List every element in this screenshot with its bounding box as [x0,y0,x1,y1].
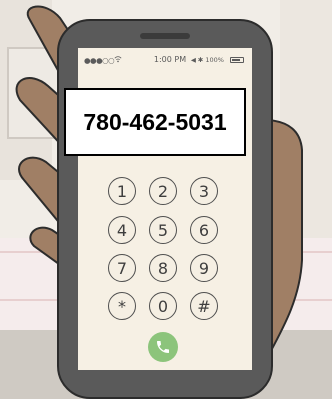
key-hash[interactable]: # [190,292,218,320]
call-button[interactable] [148,332,178,362]
status-bar: ●●●○○ 1:00 PM ◀ ✱ 100% [84,55,246,67]
dialed-number: 780-462-5031 [83,108,227,135]
status-indicators: ◀ ✱ 100% [190,56,224,64]
battery-icon [230,57,244,63]
status-time: 1:00 PM [153,55,187,64]
phone-call-icon [157,341,169,353]
key-6[interactable]: 6 [190,216,218,244]
key-3[interactable]: 3 [190,177,218,205]
key-1[interactable]: 1 [108,177,136,205]
signal-strength: ●●●○○ [84,56,115,65]
key-8[interactable]: 8 [149,254,177,282]
dialed-number-display: 780-462-5031 [64,88,246,156]
key-5[interactable]: 5 [149,216,177,244]
key-4[interactable]: 4 [108,216,136,244]
key-7[interactable]: 7 [108,254,136,282]
key-2[interactable]: 2 [149,177,177,205]
key-9[interactable]: 9 [190,254,218,282]
wifi-icon [114,56,122,63]
key-0[interactable]: 0 [149,292,177,320]
key-star[interactable]: * [108,292,136,320]
